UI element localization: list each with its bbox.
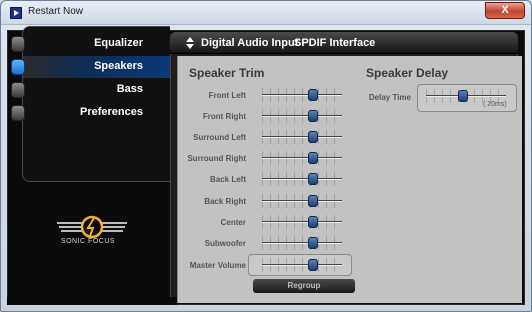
slider-knob[interactable] [308,195,319,207]
nav-tab-icon [11,36,25,52]
app-icon [10,7,22,19]
slider-knob[interactable] [308,110,319,122]
trim-slider[interactable] [258,150,346,166]
sidebar-item-label: Equalizer [94,37,143,49]
regroup-button[interactable]: Regroup [253,279,355,293]
trim-slider[interactable] [258,171,346,187]
sidebar-item-equalizer[interactable]: Equalizer [11,33,171,55]
trim-slider[interactable] [258,235,346,251]
sidebar-item-label: Speakers [94,60,143,72]
nav-tab-icon [11,82,25,98]
slider-knob[interactable] [457,90,468,102]
master-volume-slider[interactable] [258,257,346,273]
window-title: Restart Now [28,6,84,17]
delay-time-value: ( 20ms) [483,101,507,108]
speaker-trim-title: Speaker Trim [189,66,265,80]
title-bar: Restart Now X [1,1,531,25]
nav-tab-icon [11,59,25,75]
bottom-strip [7,297,177,305]
trim-label: Front Left [208,91,246,100]
master-volume-label: Master Volume [189,261,246,270]
slider-knob[interactable] [308,89,319,101]
slider-knob[interactable] [308,259,319,271]
sidebar-item-preferences[interactable]: Preferences [11,102,171,124]
slider-knob[interactable] [308,216,319,228]
tab-digital-audio-input[interactable]: Digital Audio Input [201,37,298,49]
trim-slider[interactable] [258,129,346,145]
trim-label: Surround Left [193,133,246,142]
input-spinner-icon[interactable] [186,37,195,49]
trim-label: Subwoofer [204,239,246,248]
close-button[interactable]: X [485,2,525,19]
trim-label: Front Right [202,112,246,121]
speaker-delay-title: Speaker Delay [366,66,449,80]
trim-label: Center [220,218,246,227]
slider-knob[interactable] [308,131,319,143]
slider-knob[interactable] [308,173,319,185]
tab-spdif-interface[interactable]: SPDIF Interface [294,37,375,49]
delay-time-label: Delay Time [368,93,411,102]
input-tab-bar: Digital Audio Input SPDIF Interface [170,32,518,54]
sidebar-item-bass[interactable]: Bass [11,79,171,101]
trim-slider[interactable] [258,214,346,230]
slider-knob[interactable] [308,237,319,249]
trim-label: Surround Right [187,154,246,163]
sidebar-item-label: Preferences [80,106,143,118]
sidebar-nav: Equalizer Speakers Bass Preferences [11,26,171,182]
trim-slider[interactable] [258,193,346,209]
nav-tab-icon [11,105,25,121]
trim-label: Back Left [209,175,246,184]
trim-label: Back Right [204,197,246,206]
trim-slider[interactable] [258,108,346,124]
sidebar-item-label: Bass [116,83,143,95]
slider-knob[interactable] [308,152,319,164]
sidebar-item-speakers[interactable]: Speakers [11,56,171,78]
logo-text: SONIC FOCUS [60,238,116,245]
